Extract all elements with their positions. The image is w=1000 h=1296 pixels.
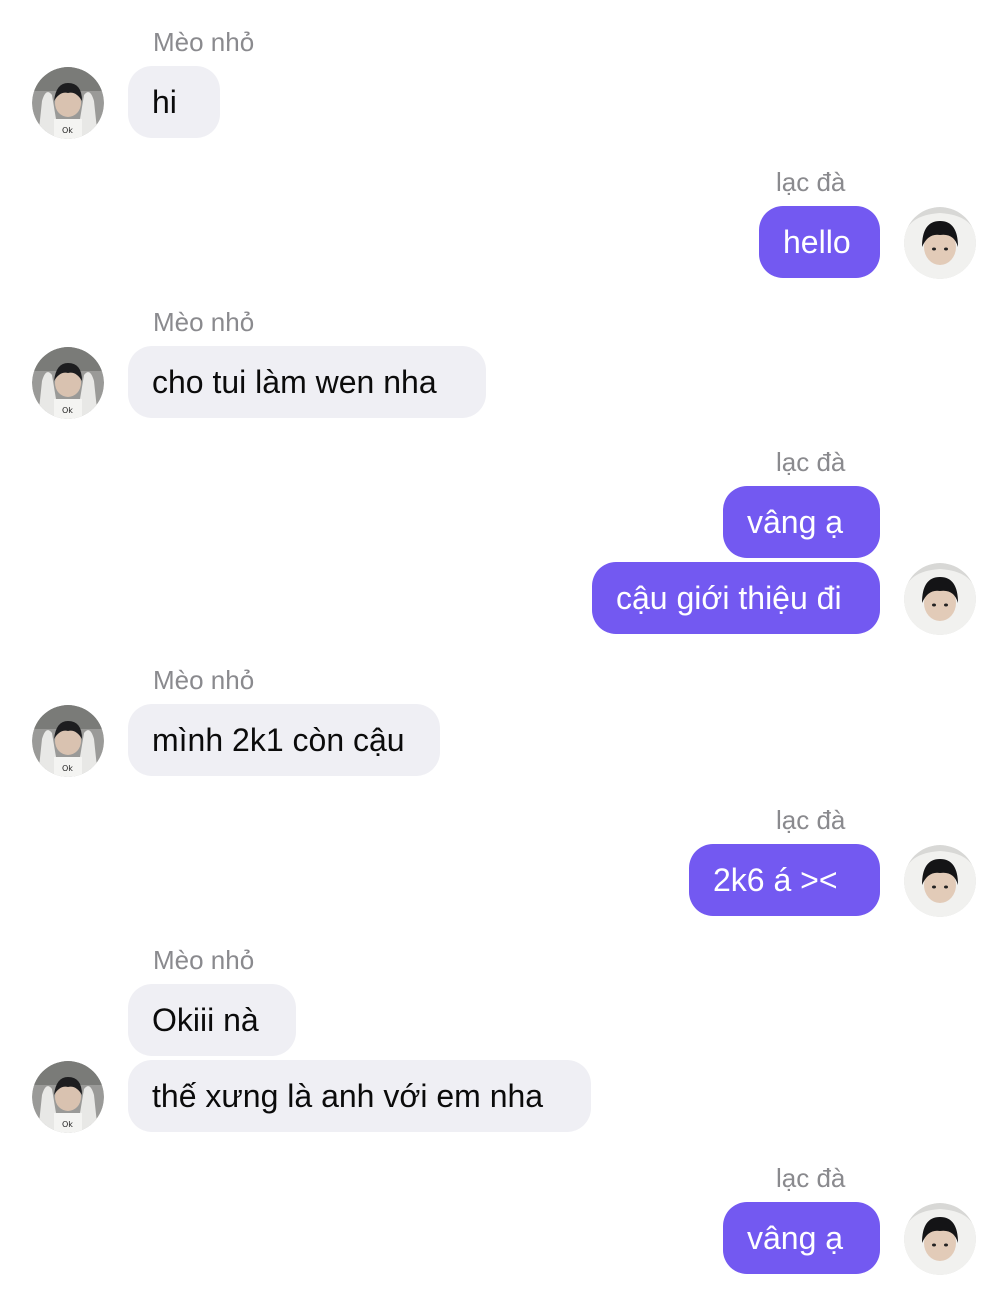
message-bubble-incoming[interactable]: mình 2k1 còn cậu <box>128 704 440 776</box>
sender-name-self: lạc đà <box>776 167 846 197</box>
sender-name-self: lạc đà <box>776 447 846 477</box>
avatar-photo-icon: Ok <box>32 67 104 139</box>
self-avatar-icon[interactable] <box>904 845 976 917</box>
sender-name-contact: Mèo nhỏ <box>153 307 255 337</box>
sender-name-contact: Mèo nhỏ <box>153 665 255 695</box>
svg-text:Ok: Ok <box>62 764 73 773</box>
self-avatar-icon[interactable] <box>904 207 976 279</box>
message-bubble-incoming[interactable]: hi <box>128 66 220 138</box>
sender-name-contact: Mèo nhỏ <box>153 945 255 975</box>
avatar-photo-icon <box>904 207 976 279</box>
message-bubble-incoming[interactable]: cho tui làm wen nha <box>128 346 486 418</box>
contact-avatar-icon[interactable]: Ok <box>32 1061 104 1133</box>
sender-name-contact: Mèo nhỏ <box>153 27 255 57</box>
self-avatar-icon[interactable] <box>904 1203 976 1275</box>
message-bubble-outgoing[interactable]: vâng ạ <box>723 1202 880 1274</box>
self-avatar-icon[interactable] <box>904 563 976 635</box>
message-bubble-incoming[interactable]: Okiii nà <box>128 984 296 1056</box>
avatar-photo-icon <box>904 563 976 635</box>
sender-name-self: lạc đà <box>776 1163 846 1193</box>
svg-text:Ok: Ok <box>62 1120 73 1129</box>
avatar-photo-icon <box>904 845 976 917</box>
message-bubble-outgoing[interactable]: cậu giới thiệu đi <box>592 562 880 634</box>
message-bubble-outgoing[interactable]: 2k6 á >< <box>689 844 880 916</box>
contact-avatar-icon[interactable]: Ok <box>32 347 104 419</box>
contact-avatar-icon[interactable]: Ok <box>32 67 104 139</box>
avatar-photo-icon: Ok <box>32 1061 104 1133</box>
message-bubble-outgoing[interactable]: hello <box>759 206 880 278</box>
svg-text:Ok: Ok <box>62 126 73 135</box>
message-bubble-outgoing[interactable]: vâng ạ <box>723 486 880 558</box>
sender-name-self: lạc đà <box>776 805 846 835</box>
svg-text:Ok: Ok <box>62 406 73 415</box>
avatar-photo-icon: Ok <box>32 347 104 419</box>
contact-avatar-icon[interactable]: Ok <box>32 705 104 777</box>
avatar-photo-icon <box>904 1203 976 1275</box>
message-bubble-incoming[interactable]: thế xưng là anh với em nha <box>128 1060 591 1132</box>
avatar-photo-icon: Ok <box>32 705 104 777</box>
